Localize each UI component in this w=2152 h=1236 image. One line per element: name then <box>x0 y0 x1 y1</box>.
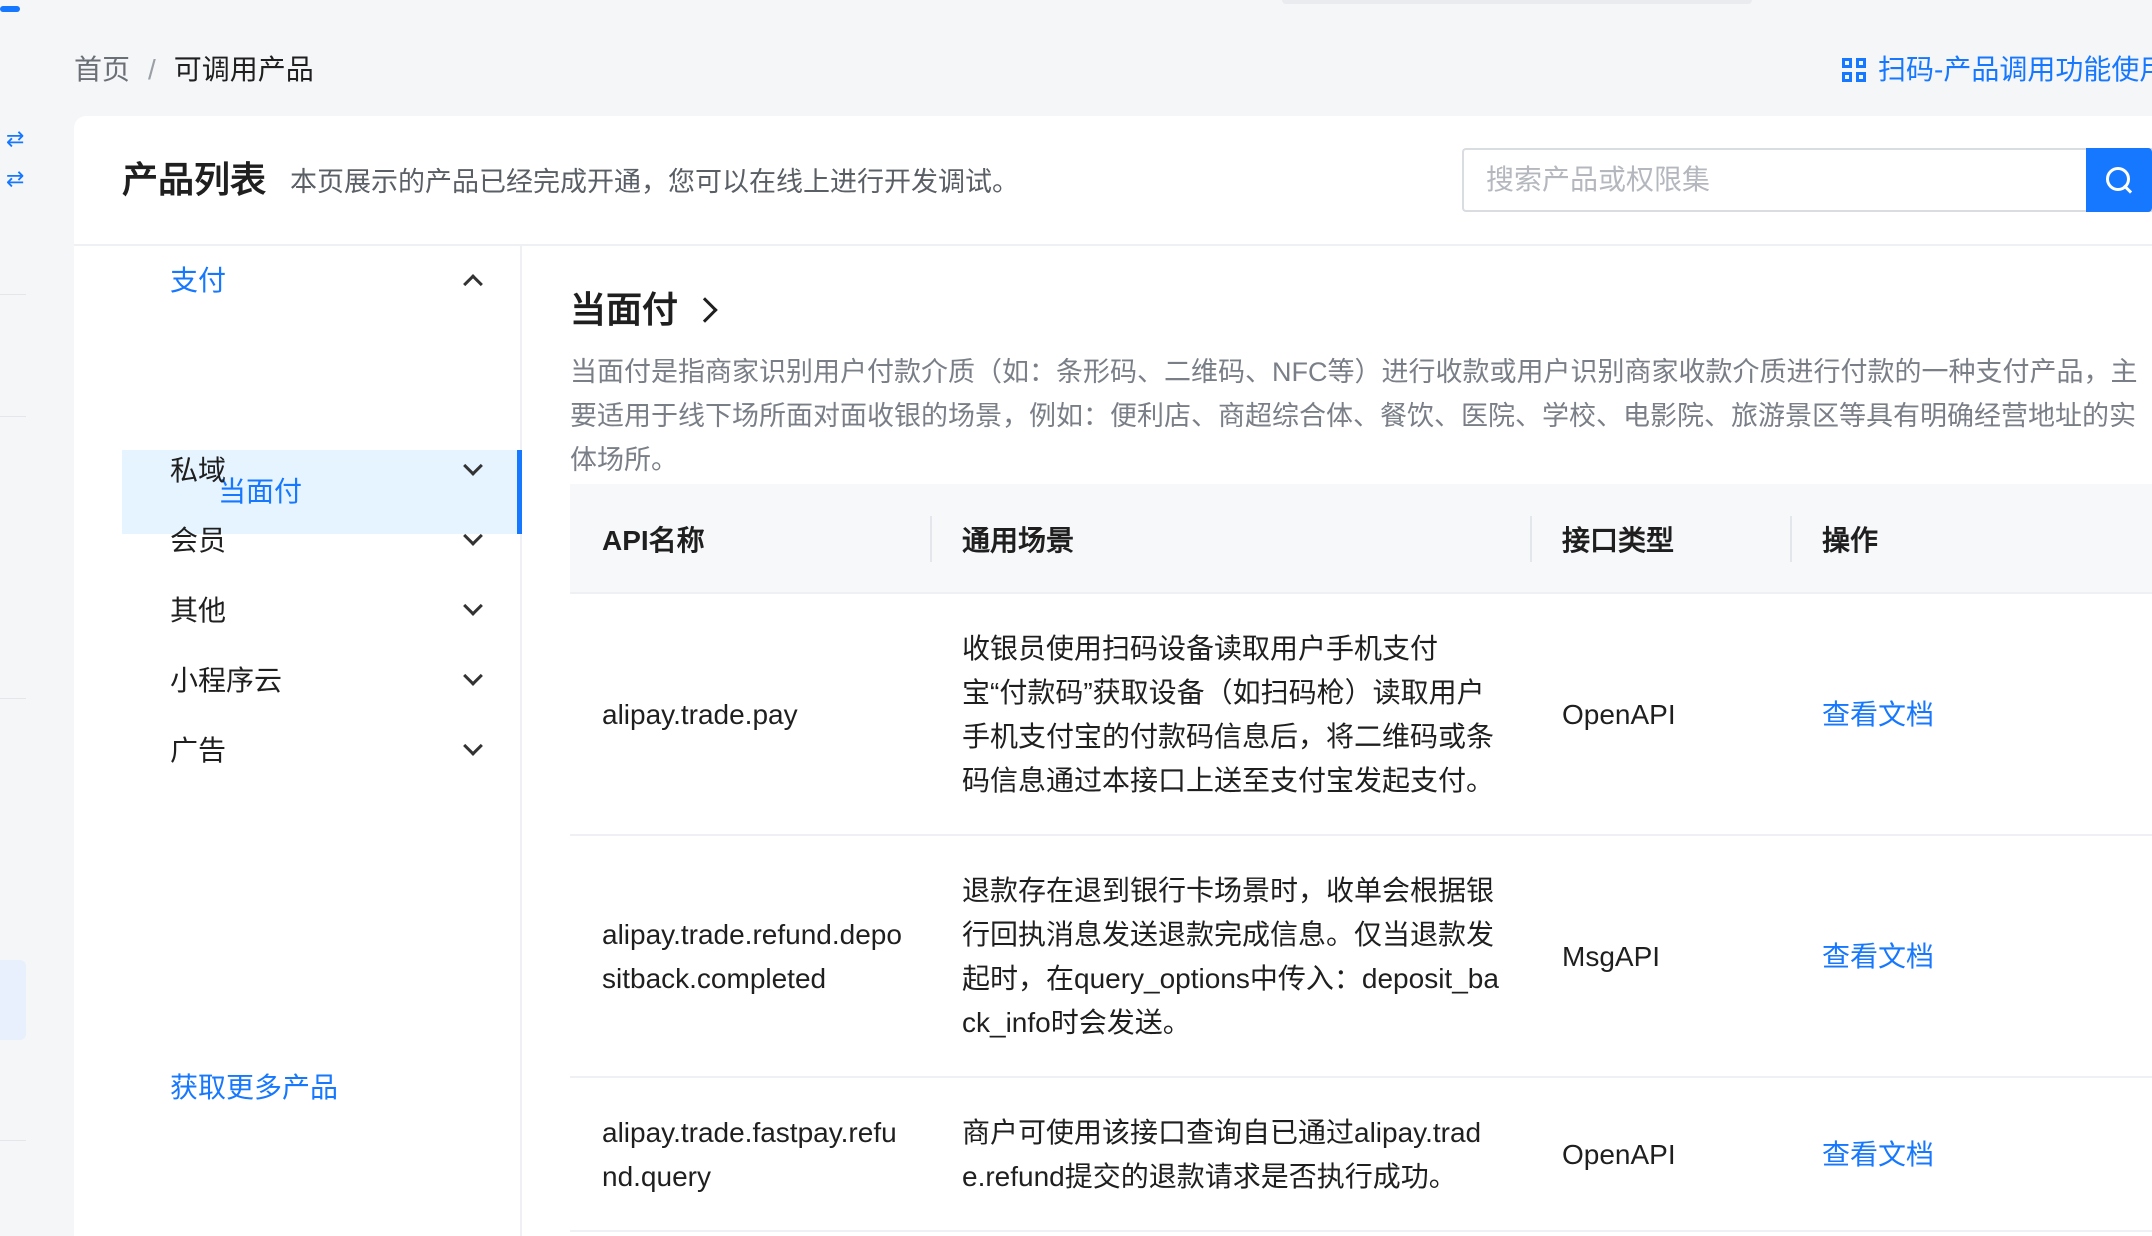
swap-icon[interactable]: ⇄ <box>6 128 24 150</box>
product-list-card: 产品列表 本页展示的产品已经完成开通，您可以在线上进行开发调试。 支付 当面付 … <box>74 116 2152 1236</box>
card-header: 产品列表 本页展示的产品已经完成开通，您可以在线上进行开发调试。 <box>74 116 2152 246</box>
view-docs-link[interactable]: 查看文档 <box>1822 935 1934 979</box>
breadcrumb-current: 可调用产品 <box>173 54 314 85</box>
breadcrumb: 首页 / 可调用产品 <box>74 50 314 90</box>
nav-group-pay[interactable]: 支付 <box>74 246 522 316</box>
nav-group-label: 广告 <box>170 735 227 766</box>
left-rail: ⇄ ⇄ <box>0 0 40 1236</box>
page-description: 本页展示的产品已经完成开通，您可以在线上进行开发调试。 <box>290 167 1019 197</box>
api-type: OpenAPI <box>1562 699 1676 730</box>
column-header: 通用场景 <box>962 525 1075 556</box>
column-header: API名称 <box>602 525 705 556</box>
nav-group-label: 支付 <box>170 265 227 296</box>
product-title[interactable]: 当面付 <box>570 284 718 336</box>
api-scene: 退款存在退到银行卡场景时，收单会根据银行回执消息发送退款完成信息。仅当退款发起时… <box>962 875 1499 1038</box>
chevron-down-icon <box>463 736 483 756</box>
scan-link[interactable]: 扫码-产品调用功能使用 <box>1842 50 2152 90</box>
nav-group-label: 小程序云 <box>170 665 283 696</box>
table-row: alipay.trade.fastpay.refund.query 商户可使用该… <box>570 1078 2152 1232</box>
column-divider <box>1530 516 1532 562</box>
top-search-bar-edge <box>1282 0 1752 4</box>
api-type: MsgAPI <box>1562 941 1661 972</box>
table-row: alipay.trade.refund.depositback.complete… <box>570 836 2152 1078</box>
rail-active-item[interactable] <box>0 960 26 1040</box>
column-header: 接口类型 <box>1562 525 1675 556</box>
nav-group-label: 会员 <box>170 525 227 556</box>
api-name: alipay.trade.refund.depositback.complete… <box>602 919 902 994</box>
chevron-down-icon <box>463 526 483 546</box>
column-divider <box>1790 516 1792 562</box>
product-description: 当面付是指商家识别用户付款介质（如：条形码、二维码、NFC等）进行收款或用户识别… <box>570 357 2138 475</box>
rail-divider <box>0 416 26 417</box>
rail-divider <box>0 698 26 699</box>
search-icon <box>2104 165 2134 195</box>
chevron-down-icon <box>463 456 483 476</box>
column-divider <box>930 516 932 562</box>
rail-divider <box>0 294 26 295</box>
nav-group-private-domain[interactable]: 私域 <box>74 436 522 506</box>
chevron-right-icon <box>692 297 718 323</box>
chevron-down-icon <box>463 596 483 616</box>
api-scene: 商户可使用该接口查询自已通过alipay.trade.refund提交的退款请求… <box>962 1117 1482 1192</box>
nav-group-label: 私域 <box>170 455 227 486</box>
page-title: 产品列表 <box>122 159 267 200</box>
nav-group-other[interactable]: 其他 <box>74 576 522 646</box>
api-type: OpenAPI <box>1562 1139 1676 1170</box>
search-button[interactable] <box>2086 148 2152 212</box>
nav-group-label: 其他 <box>170 595 227 626</box>
get-more-products-link[interactable]: 获取更多产品 <box>170 1068 338 1108</box>
api-name: alipay.trade.fastpay.refund.query <box>602 1117 897 1192</box>
nav-group-ads[interactable]: 广告 <box>74 716 522 786</box>
breadcrumb-separator: / <box>148 54 156 85</box>
view-docs-link[interactable]: 查看文档 <box>1822 693 1934 737</box>
api-name: alipay.trade.pay <box>602 699 798 730</box>
nav-group-mini-program-cloud[interactable]: 小程序云 <box>74 646 522 716</box>
rail-divider <box>0 1140 26 1141</box>
side-nav: 支付 当面付 私域 会员 其他 小程序云 广告 获取更多产品 <box>74 246 522 1236</box>
nav-group-member[interactable]: 会员 <box>74 506 522 576</box>
product-title-text: 当面付 <box>570 289 679 330</box>
column-header: 操作 <box>1822 525 1879 556</box>
swap-icon[interactable]: ⇄ <box>6 168 24 190</box>
table-row: alipay.trade.pay 收银员使用扫码设备读取用户手机支付宝“付款码”… <box>570 594 2152 836</box>
breadcrumb-home[interactable]: 首页 <box>74 50 130 90</box>
chevron-down-icon <box>463 666 483 686</box>
search-input[interactable] <box>1464 150 2152 210</box>
table-header: API名称 通用场景 接口类型 操作 <box>570 484 2152 594</box>
scan-link-label: 扫码-产品调用功能使用 <box>1878 54 2152 85</box>
search-box <box>1462 148 2152 212</box>
qr-code-icon <box>1842 58 1866 82</box>
chevron-up-icon <box>463 274 483 294</box>
api-scene: 收银员使用扫码设备读取用户手机支付宝“付款码”获取设备（如扫码枪）读取用户手机支… <box>962 633 1495 796</box>
view-docs-link[interactable]: 查看文档 <box>1822 1133 1934 1177</box>
